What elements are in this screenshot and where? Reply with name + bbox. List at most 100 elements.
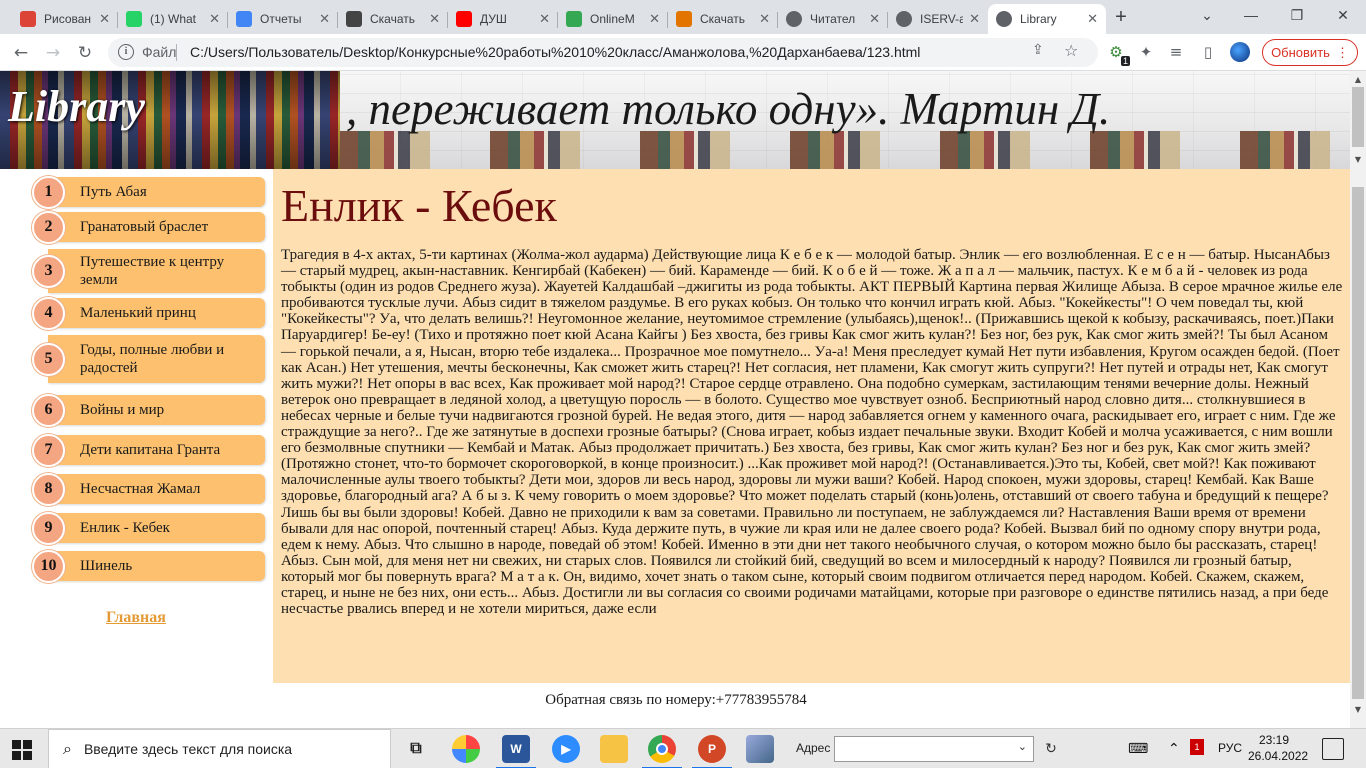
powerpoint-app-icon[interactable]: P — [692, 735, 732, 768]
tab-label: ДУШ — [480, 12, 507, 26]
taskbar-search-placeholder: Введите здесь текст для поиска — [83, 741, 293, 757]
zoom-app-icon[interactable]: ▶ — [552, 735, 580, 763]
document-app-icon[interactable] — [746, 735, 774, 763]
tab-search-icon[interactable]: ⌄ — [1184, 0, 1230, 30]
menu-number-badge: 7 — [32, 433, 65, 467]
tab-label: Скачать — [370, 12, 415, 26]
taskbar-search-box[interactable]: ⌕ Введите здесь текст для поиска — [48, 729, 391, 768]
info-icon[interactable]: i — [118, 44, 134, 60]
tab-8[interactable]: Читател ✕ — [778, 4, 888, 34]
keyboard-icon[interactable]: ⌨ — [1128, 741, 1148, 757]
content-scroll-thumb[interactable] — [1352, 187, 1364, 699]
search-icon: ⌕ — [63, 739, 72, 758]
menu-item-6[interactable]: 6 Войны и мир — [32, 393, 265, 427]
update-button[interactable]: Обновить ⋮ — [1262, 39, 1358, 66]
tab-5[interactable]: ДУШ ✕ — [448, 4, 558, 34]
tab-close-icon[interactable]: ✕ — [649, 11, 660, 27]
tray-expand-icon[interactable]: ⌃ — [1168, 741, 1180, 757]
tab-close-icon[interactable]: ✕ — [429, 11, 440, 27]
maximize-button[interactable]: ❐ — [1274, 0, 1320, 30]
tab-close-icon[interactable]: ✕ — [319, 11, 330, 27]
menu-item-label: Путь Абая — [48, 177, 265, 207]
tab-close-icon[interactable]: ✕ — [209, 11, 220, 27]
header-quote: , переживает только одну». Мартин Д. — [346, 84, 1111, 134]
reload-button[interactable]: ↻ — [72, 40, 98, 66]
side-panel-icon[interactable]: ▯ — [1198, 42, 1218, 62]
tab-label: OnlineM — [590, 12, 635, 26]
clock-date: 26.04.2022 — [1248, 749, 1309, 763]
scroll-up-arrow-icon[interactable]: ▲ — [1350, 71, 1366, 87]
tab-close-icon[interactable]: ✕ — [969, 11, 980, 27]
chrome-app-icon[interactable] — [642, 735, 682, 768]
tab-close-icon[interactable]: ✕ — [1087, 11, 1098, 27]
page-scrollbar[interactable]: ▲ ▼ ▼ — [1350, 71, 1366, 728]
chevron-down-icon[interactable]: ⌄ — [1018, 740, 1027, 753]
url-text[interactable]: C:/Users/Пользователь/Desktop/Конкурсные… — [190, 44, 920, 60]
scroll-down-arrow-icon[interactable]: ▼ — [1350, 701, 1366, 717]
scroll-down-arrow-icon[interactable]: ▼ — [1350, 151, 1366, 167]
menu-item-3[interactable]: 3 Путешествие к центру земли — [32, 249, 265, 293]
share-icon[interactable]: ⇪ — [1032, 42, 1044, 58]
page-footer: Обратная связь по номеру:+77783955784 — [0, 683, 1350, 728]
screen: Рисован ✕ (1) What ✕ Отчеты ✕ Скачать ✕ ДУШ ✕ Onli… — [0, 0, 1366, 768]
word-app-icon[interactable]: W — [496, 735, 536, 768]
home-link[interactable]: Главная — [106, 609, 166, 627]
tab-10[interactable]: Library ✕ — [988, 4, 1106, 34]
menu-number-badge: 6 — [32, 393, 65, 427]
tab-3[interactable]: Отчеты ✕ — [228, 4, 338, 34]
site-logo: Library — [8, 82, 145, 131]
globe-icon — [786, 11, 802, 27]
tab-1[interactable]: Рисован ✕ — [12, 4, 118, 34]
menu-number-badge: 3 — [32, 254, 65, 288]
menu-item-10[interactable]: 10 Шинель — [32, 549, 265, 583]
drawing-icon — [20, 11, 36, 27]
menu-item-2[interactable]: 2 Гранатовый браслет — [32, 210, 265, 244]
tab-close-icon[interactable]: ✕ — [759, 11, 770, 27]
back-button[interactable]: ← — [8, 40, 34, 66]
menu-item-7[interactable]: 7 Дети капитана Гранта — [32, 433, 265, 467]
file-explorer-icon[interactable] — [600, 735, 628, 763]
tab-9[interactable]: ISERV-al ✕ — [888, 4, 988, 34]
tab-7[interactable]: Скачать ✕ — [668, 4, 778, 34]
profile-avatar-icon[interactable] — [1230, 42, 1250, 62]
tab-2[interactable]: (1) What ✕ — [118, 4, 228, 34]
menu-item-8[interactable]: 8 Несчастная Жамал — [32, 472, 265, 506]
address-bar[interactable]: i Файл C:/Users/Пользователь/Desktop/Кон… — [108, 38, 1098, 67]
menu-item-5[interactable]: 5 Годы, полные любви и радостей — [32, 335, 265, 383]
notification-icon[interactable] — [1322, 738, 1344, 760]
media-queue-icon[interactable]: ≡ — [1166, 42, 1186, 62]
address-toolbar-input[interactable]: ⌄ — [834, 736, 1034, 762]
extension-icon[interactable]: ⚙ 1 — [1106, 42, 1130, 66]
tray-app-badge[interactable]: 1 — [1190, 739, 1204, 755]
outer-scroll-thumb[interactable] — [1352, 87, 1364, 147]
menu-item-4[interactable]: 4 Маленький принц — [32, 296, 265, 330]
menu-item-label: Годы, полные любви и радостей — [48, 335, 265, 383]
tab-6[interactable]: OnlineM ✕ — [558, 4, 668, 34]
paint-app-icon[interactable] — [452, 735, 480, 763]
close-window-button[interactable]: ✕ — [1320, 0, 1366, 30]
bookmark-star-icon[interactable]: ☆ — [1064, 41, 1078, 60]
language-indicator[interactable]: РУС — [1218, 741, 1242, 755]
forward-button[interactable]: → — [40, 40, 66, 66]
puzzle-extensions-icon[interactable]: ✦ — [1136, 42, 1156, 62]
tab-label: Рисован — [44, 12, 92, 26]
task-view-icon[interactable]: ⧉ — [402, 735, 430, 763]
menu-number-badge: 2 — [32, 210, 65, 244]
tab-4[interactable]: Скачать ✕ — [338, 4, 448, 34]
menu-item-label: Несчастная Жамал — [48, 474, 265, 504]
taskbar-clock[interactable]: 23:19 26.04.2022 — [1248, 732, 1309, 764]
report-icon — [236, 11, 252, 27]
minimize-button[interactable]: — — [1228, 0, 1274, 30]
tab-label: Library — [1020, 12, 1057, 26]
page-header: Library , переживает только одну». Марти… — [0, 71, 1350, 169]
tab-close-icon[interactable]: ✕ — [869, 11, 880, 27]
tab-label: ISERV-al — [920, 12, 964, 26]
tab-close-icon[interactable]: ✕ — [539, 11, 550, 27]
menu-item-label: Гранатовый браслет — [48, 212, 265, 242]
windows-start-icon[interactable] — [12, 740, 32, 760]
address-go-icon[interactable]: ↻ — [1038, 736, 1064, 762]
menu-item-1[interactable]: 1 Путь Абая — [32, 175, 265, 209]
new-tab-button[interactable]: + — [1110, 6, 1132, 28]
tab-close-icon[interactable]: ✕ — [99, 11, 110, 27]
menu-item-9[interactable]: 9 Енлик - Кебек — [32, 511, 265, 545]
